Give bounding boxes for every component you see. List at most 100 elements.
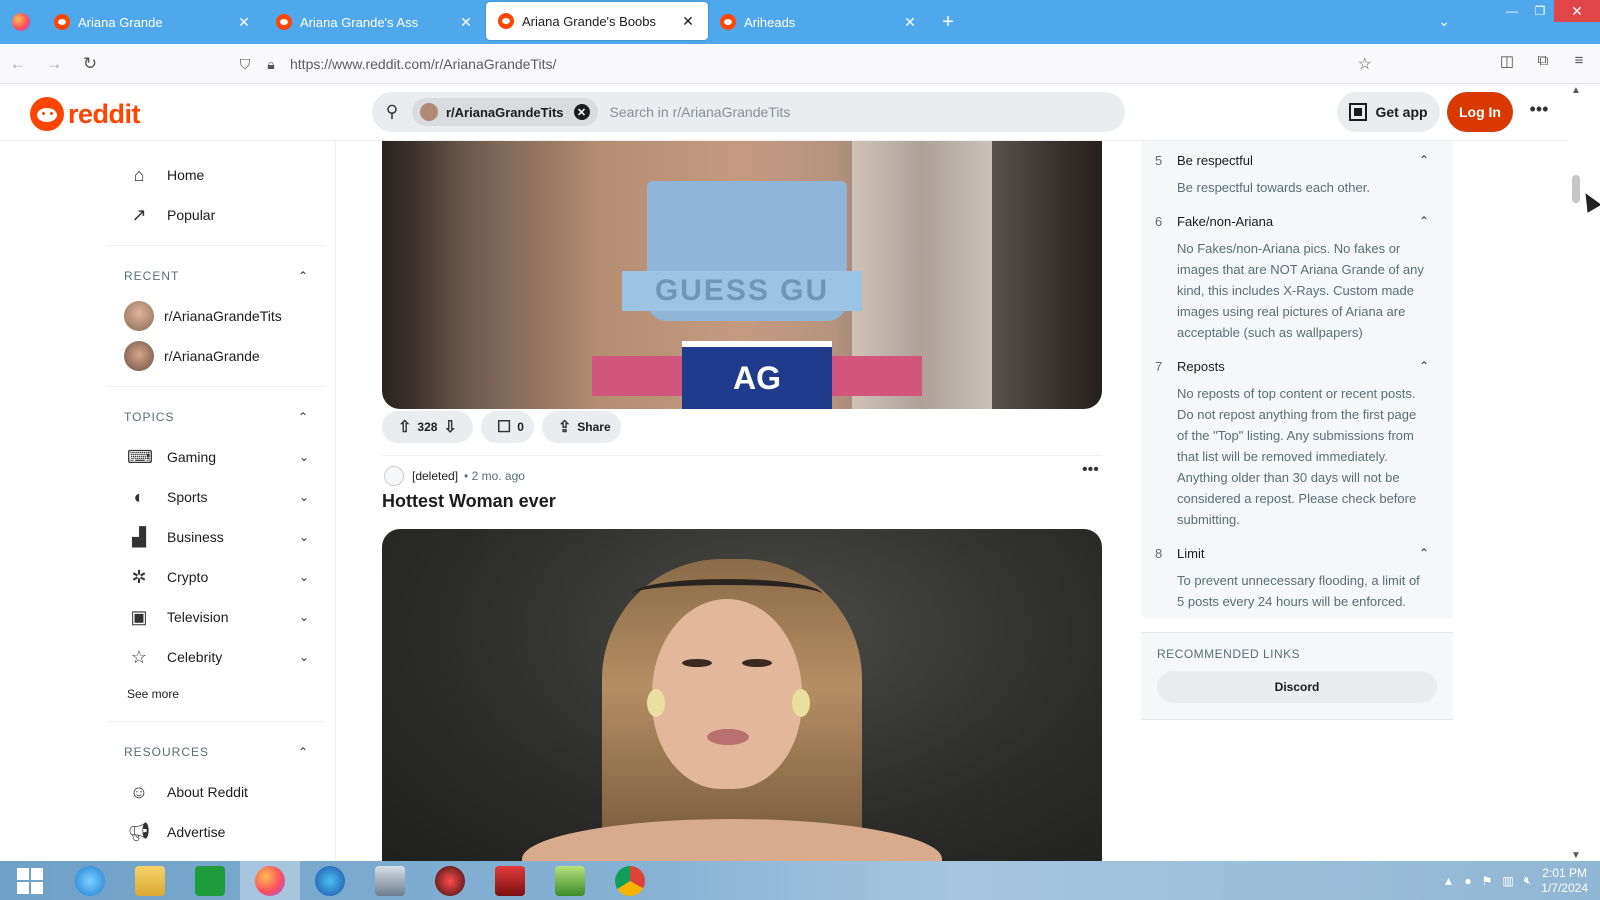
popular-icon: ↗ bbox=[131, 204, 147, 225]
sidebar-item-about-reddit[interactable]: ☺ About Reddit bbox=[107, 772, 335, 812]
reddit-logo[interactable]: reddit bbox=[30, 97, 141, 131]
address-bar[interactable]: ⛉ 🔒︎ https://www.reddit.com/r/ArianaGran… bbox=[232, 50, 1372, 78]
tray-chevron-up-icon[interactable]: ▲ bbox=[1442, 874, 1454, 888]
downvote-icon[interactable]: ⇩ bbox=[443, 417, 456, 437]
discord-link-button[interactable]: Discord bbox=[1157, 671, 1437, 703]
image-region bbox=[652, 599, 802, 789]
get-app-button[interactable]: Get app bbox=[1337, 92, 1440, 132]
tracking-shield-icon[interactable]: ⛉ bbox=[232, 56, 258, 73]
sidebar-item-popular[interactable]: ↗ Popular bbox=[107, 195, 335, 235]
recent-section-header[interactable]: RECENT ⌃ bbox=[107, 256, 335, 296]
rules-card: 5 Be respectful ⌃ Be respectful towards … bbox=[1141, 141, 1453, 618]
subreddit-search-chip[interactable]: r/ArianaGrandeTits ✕ bbox=[412, 98, 598, 126]
tab-close-icon[interactable]: ✕ bbox=[236, 14, 252, 31]
app-red-taskbar-icon[interactable] bbox=[420, 861, 480, 900]
image-region bbox=[742, 659, 772, 667]
internet-explorer-taskbar-icon[interactable] bbox=[60, 861, 120, 900]
sidebar-item-gaming[interactable]: ⌨ Gaming ⌄ bbox=[107, 437, 335, 477]
store-taskbar-icon[interactable] bbox=[180, 861, 240, 900]
network-taskbar-icon[interactable] bbox=[360, 861, 420, 900]
topics-section-header[interactable]: TOPICS ⌃ bbox=[107, 397, 335, 437]
tab-ariana-grandes-ass[interactable]: Ariana Grande's Ass ✕ bbox=[264, 0, 486, 44]
sidebar-item-label: Popular bbox=[167, 207, 216, 223]
rule-header[interactable]: 8 Limit ⌃ bbox=[1155, 536, 1429, 570]
sidebar-item-label: Business bbox=[167, 529, 224, 545]
sidebar-item-celebrity[interactable]: ☆ Celebrity ⌄ bbox=[107, 637, 335, 677]
bookmark-star-icon[interactable]: ☆ bbox=[1358, 54, 1372, 74]
sidebar-item-crypto[interactable]: ✲ Crypto ⌄ bbox=[107, 557, 335, 597]
windows-logo-icon bbox=[17, 867, 43, 894]
post-title[interactable]: Hottest Woman ever bbox=[382, 491, 556, 512]
rule-number: 5 bbox=[1155, 152, 1163, 168]
login-button[interactable]: Log In bbox=[1447, 92, 1513, 132]
file-explorer-taskbar-icon[interactable] bbox=[120, 861, 180, 900]
sidebar-item-label: r/ArianaGrande bbox=[164, 348, 260, 364]
scroll-up-arrow-icon[interactable]: ▲ bbox=[1568, 85, 1584, 96]
post-image[interactable] bbox=[382, 529, 1102, 861]
sidebar-item-business[interactable]: ▟ Business ⌄ bbox=[107, 517, 335, 557]
tool-taskbar-icon[interactable] bbox=[540, 861, 600, 900]
home-icon: ⌂ bbox=[133, 164, 145, 185]
sidebar-item-r-arianagrandetits[interactable]: r/ArianaGrandeTits bbox=[107, 296, 335, 336]
comments-button[interactable]: ☐ 0 bbox=[480, 411, 534, 443]
firefox-taskbar-icon[interactable] bbox=[240, 861, 300, 900]
share-icon: ⇪ bbox=[557, 419, 572, 436]
section-title: RESOURCES bbox=[124, 745, 210, 759]
window-close-icon[interactable]: ✕ bbox=[1554, 0, 1600, 22]
network-icon[interactable]: ▥ bbox=[1502, 874, 1513, 888]
minimize-icon[interactable]: — bbox=[1498, 0, 1526, 22]
tab-close-icon[interactable]: ✕ bbox=[680, 13, 696, 30]
rule-number: 6 bbox=[1155, 213, 1163, 229]
tab-ariana-grande[interactable]: Ariana Grande ✕ bbox=[42, 0, 264, 44]
chevron-up-icon: ⌃ bbox=[1418, 153, 1429, 167]
new-tab-plus-icon[interactable]: + bbox=[930, 0, 966, 44]
search-input[interactable] bbox=[609, 104, 1125, 120]
share-button[interactable]: ⇪ Share bbox=[541, 411, 621, 443]
comment-icon: ☐ bbox=[496, 419, 512, 436]
rule-header[interactable]: 5 Be respectful ⌃ bbox=[1155, 143, 1429, 177]
volume-muted-icon[interactable]: 🔇︎ bbox=[1524, 873, 1532, 888]
lock-icon[interactable]: 🔒︎ bbox=[258, 56, 284, 73]
url-text[interactable]: https://www.reddit.com/r/ArianaGrandeTit… bbox=[290, 56, 556, 72]
clock[interactable]: 2:01 PM 1/7/2024 bbox=[1541, 866, 1588, 896]
pocket-icon[interactable]: ◫ bbox=[1496, 52, 1518, 70]
start-button[interactable] bbox=[0, 861, 60, 900]
forward-arrow-icon[interactable]: → bbox=[36, 46, 72, 82]
sidebar-item-television[interactable]: ▣ Television ⌄ bbox=[107, 597, 335, 637]
back-arrow-icon[interactable]: ← bbox=[0, 46, 36, 82]
browser-taskbar-icon[interactable] bbox=[300, 861, 360, 900]
chip-clear-icon[interactable]: ✕ bbox=[573, 104, 590, 120]
recorder-taskbar-icon[interactable] bbox=[480, 861, 540, 900]
chrome-taskbar-icon[interactable] bbox=[600, 861, 660, 900]
reload-icon[interactable]: ↻ bbox=[72, 46, 108, 82]
tab-ariana-grandes-boobs[interactable]: Ariana Grande's Boobs ✕ bbox=[486, 2, 708, 40]
post-overflow-menu-icon[interactable]: ••• bbox=[1082, 461, 1099, 479]
more-options-icon[interactable]: ••• bbox=[1524, 99, 1554, 120]
scroll-down-arrow-icon[interactable]: ▼ bbox=[1568, 850, 1584, 861]
upvote-icon[interactable]: ⇧ bbox=[398, 417, 411, 437]
search-bar[interactable]: ⚲ r/ArianaGrandeTits ✕ bbox=[372, 92, 1125, 132]
tab-close-icon[interactable]: ✕ bbox=[902, 14, 918, 31]
tab-ariheads[interactable]: Ariheads ✕ bbox=[708, 0, 930, 44]
resources-section-header[interactable]: RESOURCES ⌃ bbox=[107, 732, 335, 772]
post-image[interactable]: GUESS GU AG bbox=[382, 141, 1102, 409]
restore-icon[interactable]: ❐ bbox=[1526, 0, 1554, 22]
sidebar-item-home[interactable]: ⌂ Home bbox=[107, 155, 335, 195]
see-more-link[interactable]: See more bbox=[107, 677, 335, 711]
rule-header[interactable]: 6 Fake/non-Ariana ⌃ bbox=[1155, 204, 1429, 238]
chevron-up-icon: ⌃ bbox=[297, 269, 309, 283]
tab-close-icon[interactable]: ✕ bbox=[458, 14, 474, 31]
sidebar-item-r-arianagrande[interactable]: r/ArianaGrande bbox=[107, 336, 335, 376]
tray-app-icon[interactable]: ● bbox=[1464, 874, 1471, 888]
subreddit-avatar bbox=[420, 103, 438, 121]
flag-icon[interactable]: ⚑ bbox=[1482, 874, 1493, 888]
toolbar-right: ◫ ⧉ ≡ bbox=[1496, 52, 1590, 70]
chevron-down-icon: ⌄ bbox=[298, 450, 309, 464]
sidebar-item-sports[interactable]: ◐ Sports ⌄ bbox=[107, 477, 335, 517]
rule-header[interactable]: 7 Reposts ⌃ bbox=[1155, 349, 1429, 383]
extensions-icon[interactable]: ⧉ bbox=[1532, 52, 1554, 70]
sidebar-item-advertise[interactable]: 📢︎ Advertise bbox=[107, 812, 335, 852]
app-menu-icon[interactable]: ≡ bbox=[1568, 52, 1590, 70]
firefox-menu-icon[interactable] bbox=[0, 0, 42, 44]
list-all-tabs-chevron-icon[interactable]: ⌄ bbox=[1438, 13, 1450, 30]
